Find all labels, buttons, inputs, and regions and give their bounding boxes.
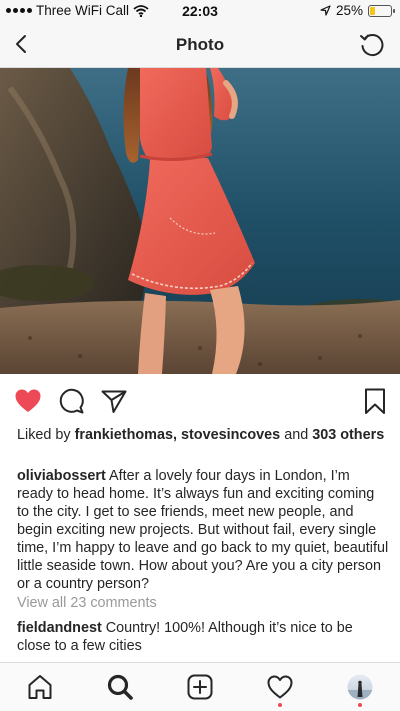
likes-summary[interactable]: Liked by frankiethomas, stovesincoves an…: [17, 426, 389, 444]
liker-name-1: frankiethomas: [74, 427, 173, 443]
post-photo[interactable]: [0, 68, 400, 374]
comment-item: fieldandnest Country! 100%! Although it’…: [17, 619, 389, 655]
refresh-icon[interactable]: [358, 31, 386, 59]
location-arrow-icon: [320, 5, 331, 16]
new-post-icon[interactable]: [186, 673, 214, 701]
activity-icon[interactable]: [266, 673, 294, 701]
caption-username[interactable]: oliviabossert: [17, 468, 106, 484]
share-icon[interactable]: [100, 387, 128, 415]
battery-icon: [368, 4, 395, 17]
home-icon[interactable]: [26, 673, 54, 701]
status-bar: Three WiFi Call 22:03 25%: [0, 0, 400, 22]
likes-and: and: [284, 427, 309, 443]
bookmark-icon[interactable]: [361, 387, 389, 415]
page-title: Photo: [175, 35, 225, 54]
battery-percent: 25%: [335, 3, 363, 18]
profile-avatar[interactable]: [346, 673, 374, 701]
activity-notification-dot: [278, 703, 282, 707]
search-icon[interactable]: [106, 673, 134, 701]
post-actions: [0, 383, 400, 419]
photo-illustration: [0, 68, 400, 374]
liker-username-2[interactable]: stovesincoves: [181, 427, 280, 443]
comment-username[interactable]: fieldandnest: [17, 620, 102, 636]
nav-bar: Photo: [0, 22, 400, 68]
battery-level: [370, 6, 375, 15]
heart-filled-icon[interactable]: [14, 387, 42, 415]
likes-prefix: Liked by: [17, 427, 71, 443]
liker-username-1[interactable]: frankiethomas,: [75, 427, 177, 443]
view-all-comments-link[interactable]: View all 23 comments: [17, 594, 389, 612]
tab-bar: [0, 662, 400, 711]
likes-count[interactable]: 303 others: [312, 427, 384, 443]
liker-separator: ,: [172, 427, 177, 443]
comment-icon[interactable]: [57, 387, 85, 415]
profile-notification-dot: [358, 703, 362, 707]
status-right: 25%: [320, 3, 395, 18]
caption-text: After a lovely four days in London, I’m …: [17, 468, 389, 592]
post-caption: oliviabossert After a lovely four days i…: [17, 467, 389, 593]
